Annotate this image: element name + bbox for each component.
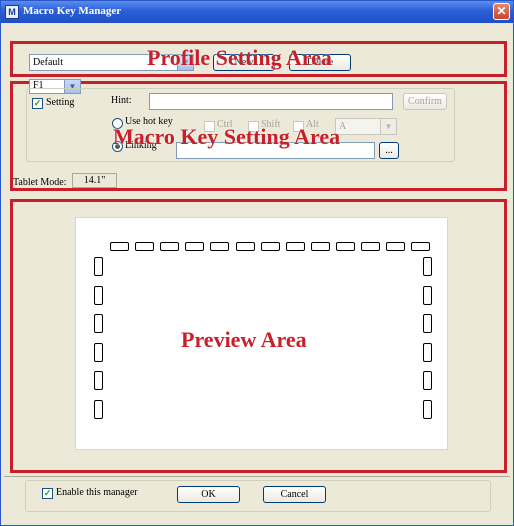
footer-divider: [4, 476, 510, 477]
preview-key[interactable]: [336, 242, 355, 251]
preview-area-label: Preview Area: [181, 327, 307, 352]
macro-key-manager-window: M Macro Key Manager ✕ Default ▼ New Dele…: [0, 0, 514, 526]
hot-key-letter-combo[interactable]: A ▼: [335, 118, 397, 135]
preview-key[interactable]: [210, 242, 229, 251]
profile-area-label: Profile Setting Area: [147, 45, 332, 70]
preview-key[interactable]: [423, 371, 432, 390]
preview-key[interactable]: [286, 242, 305, 251]
enable-manager-checkbox[interactable]: ✓: [42, 488, 53, 499]
preview-key[interactable]: [94, 343, 103, 362]
preview-key[interactable]: [94, 371, 103, 390]
cancel-button[interactable]: Cancel: [263, 486, 326, 503]
preview-key[interactable]: [423, 343, 432, 362]
preview-key[interactable]: [94, 314, 103, 333]
setting-label: Setting: [46, 97, 75, 108]
enable-manager-label: Enable this manager: [56, 487, 138, 498]
preview-key[interactable]: [423, 257, 432, 276]
preview-key[interactable]: [261, 242, 280, 251]
preview-key[interactable]: [423, 400, 432, 419]
preview-key[interactable]: [423, 314, 432, 333]
browse-button[interactable]: ...: [379, 142, 399, 159]
preview-key[interactable]: [160, 242, 179, 251]
confirm-button[interactable]: Confirm: [403, 93, 447, 110]
setting-checkbox[interactable]: ✓: [32, 98, 43, 109]
profile-selected-value: Default: [33, 57, 63, 68]
preview-key[interactable]: [94, 257, 103, 276]
close-icon: ✕: [496, 4, 507, 18]
preview-key[interactable]: [311, 242, 330, 251]
preview-key[interactable]: [411, 242, 430, 251]
preview-key[interactable]: [423, 286, 432, 305]
preview-key[interactable]: [185, 242, 204, 251]
tablet-size-value: 14.1": [72, 173, 117, 188]
preview-key[interactable]: [94, 400, 103, 419]
title-bar[interactable]: M Macro Key Manager ✕: [1, 1, 513, 23]
macro-area-label: Macro Key Setting Area: [113, 124, 341, 149]
ok-button[interactable]: OK: [177, 486, 240, 503]
app-icon: M: [5, 5, 19, 19]
hint-input[interactable]: [149, 93, 393, 110]
close-button[interactable]: ✕: [493, 3, 510, 20]
preview-key[interactable]: [386, 242, 405, 251]
hint-label: Hint:: [111, 95, 132, 106]
tablet-mode-label: Tablet Mode:: [13, 177, 67, 188]
preview-key[interactable]: [94, 286, 103, 305]
window-title: Macro Key Manager: [23, 5, 122, 17]
preview-key[interactable]: [135, 242, 154, 251]
chevron-down-icon[interactable]: ▼: [380, 119, 396, 134]
preview-key[interactable]: [361, 242, 380, 251]
preview-key[interactable]: [110, 242, 129, 251]
preview-key[interactable]: [236, 242, 255, 251]
